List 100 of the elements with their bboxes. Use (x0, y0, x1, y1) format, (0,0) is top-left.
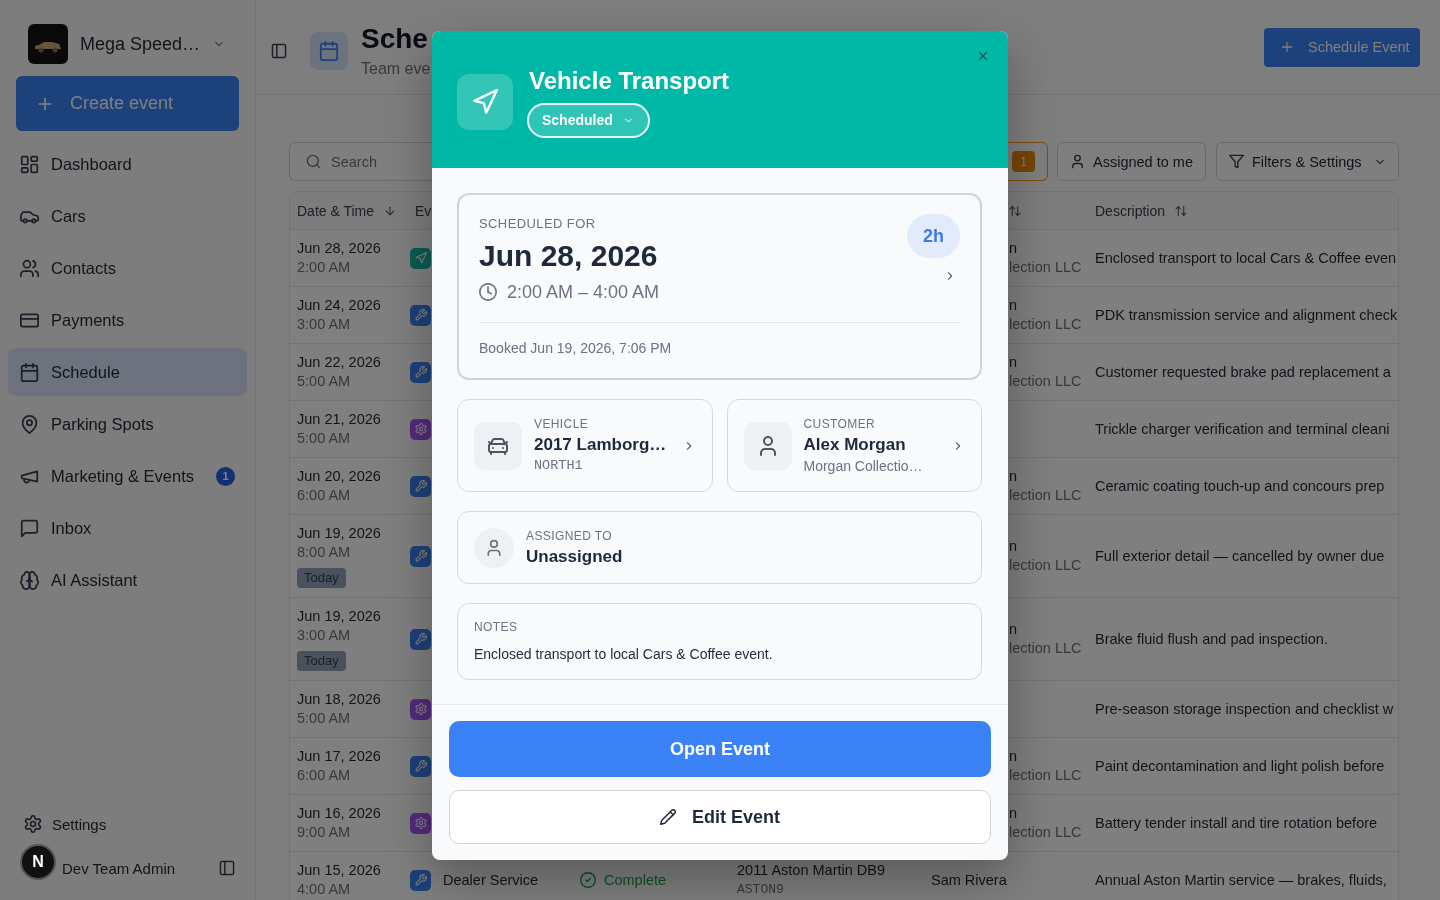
nav-item[interactable]: Marketing & Events 1 (8, 452, 247, 500)
scheduled-date: Jun 28, 2026 (479, 238, 659, 274)
nav-item[interactable]: Dashboard (8, 140, 247, 188)
event-time: 5:00 AM (297, 709, 352, 728)
event-date: Jun 22, 2026 (297, 353, 382, 372)
license-plate: ASTON9 (737, 881, 785, 899)
field-label: SCHEDULED FOR (479, 216, 597, 232)
event-time: 6:00 AM (297, 486, 352, 505)
event-date: Jun 28, 2026 (297, 239, 382, 258)
brain-icon (20, 570, 39, 590)
customer-card[interactable]: CUSTOMER Alex Morgan Morgan Collectio… (726, 399, 982, 492)
people-icon (20, 258, 39, 278)
search-field[interactable]: Search (289, 142, 432, 181)
customer-company: lection LLC (1009, 639, 1083, 658)
sort-descending-icon[interactable] (384, 204, 397, 217)
event-time: 5:00 AM (297, 372, 352, 391)
license-plate: NORTH1 (534, 456, 584, 475)
column-header[interactable]: Date & Time (297, 202, 375, 219)
nav-item[interactable]: Contacts (8, 244, 247, 292)
customer-name: Sam Rivera (931, 870, 1008, 890)
settings-icon (24, 815, 42, 833)
event-time: 2:00 AM (297, 258, 352, 277)
column-header[interactable]: Ev (415, 202, 432, 219)
pencil-icon (660, 809, 676, 825)
event-description: Pre-season storage inspection and checklist w (1095, 699, 1395, 719)
customer-name: Alex Morgan (803, 433, 907, 456)
field-label: NOTES (474, 619, 519, 635)
event-description: Battery tender install and tire rotation before (1095, 813, 1379, 833)
customer-name: n (1009, 747, 1019, 766)
nav-item[interactable]: AI Assistant (8, 556, 247, 604)
event-description: PDK transmission service and alignment check (1095, 305, 1398, 325)
event-date: Jun 24, 2026 (297, 296, 382, 315)
field-label: VEHICLE (534, 415, 590, 432)
event-date: Jun 19, 2026 (297, 524, 382, 543)
event-date: Jun 16, 2026 (297, 804, 382, 823)
customer-name: n (1009, 353, 1019, 372)
customer-company: lection LLC (1009, 556, 1083, 575)
count-badge: 1 (1012, 151, 1035, 172)
open-event-button[interactable]: Open Event (449, 721, 991, 777)
event-description: Enclosed transport to local Cars & Coffee even (1095, 248, 1398, 268)
nav-item[interactable]: Payments (8, 296, 247, 344)
sort-icon[interactable] (1175, 204, 1188, 217)
panel-toggle-icon[interactable] (219, 860, 235, 876)
duration-badge: 2h (907, 214, 960, 258)
field-label: CUSTOMER (803, 415, 877, 432)
event-description: Paint decontamination and light polish before (1095, 756, 1386, 776)
schedule-card[interactable]: SCHEDULED FOR Jun 28, 2026 2:00 AM – 4:00 AM 2h Booked Jun 19, 2026, 7:06 PM (457, 193, 982, 380)
event-type: Dealer Service (443, 870, 539, 890)
assigned-to-me-button[interactable]: Assigned to me (1057, 142, 1206, 181)
workspace-name[interactable]: Mega Speed… (80, 33, 201, 55)
vehicle-name: 2011 Aston Martin DB9 (737, 861, 887, 880)
clock-icon (479, 283, 497, 301)
event-date: Jun 15, 2026 (297, 861, 382, 880)
customer-name: n (1009, 804, 1019, 823)
count-badge: 1 (216, 466, 235, 486)
calendar-icon (20, 362, 39, 382)
event-time: 8:00 AM (297, 543, 352, 562)
customer-name: n (1009, 537, 1019, 556)
customer-name: n (1009, 239, 1019, 258)
event-time: 9:00 AM (297, 823, 352, 842)
plus-icon (1280, 40, 1294, 54)
edit-event-button[interactable]: Edit Event (449, 790, 991, 844)
nav-item[interactable]: Parking Spots (8, 400, 247, 448)
assigned-card[interactable]: ASSIGNED TO Unassigned (457, 511, 982, 584)
dialog-title: Vehicle Transport (529, 65, 730, 96)
customer-name: n (1009, 467, 1019, 486)
nav-item[interactable]: Cars (8, 192, 247, 240)
settings-link[interactable]: Settings (0, 812, 255, 836)
event-time: 6:00 AM (297, 766, 352, 785)
event-date: Jun 17, 2026 (297, 747, 382, 766)
customer-company: lection LLC (1009, 258, 1083, 277)
event-time: 4:00 AM (297, 880, 352, 899)
column-header[interactable]: Description (1095, 202, 1166, 219)
person-icon (474, 527, 514, 568)
filters-settings-button[interactable]: Filters & Settings (1216, 142, 1399, 181)
schedule-event-button[interactable]: Schedule Event (1264, 27, 1420, 67)
user-name[interactable]: Dev Team Admin (62, 859, 176, 877)
vehicle-name: 2017 Lamborg… (534, 433, 668, 456)
car-icon (474, 421, 522, 470)
logo-icon (28, 24, 68, 64)
check-circle-icon (580, 872, 596, 888)
search-icon (306, 154, 321, 169)
chat-bubble-icon (20, 518, 39, 538)
page-subtitle: Team eve (361, 58, 431, 79)
create-event-button[interactable]: Create event (16, 76, 239, 131)
event-time: 3:00 AM (297, 315, 352, 334)
sort-icon[interactable] (1009, 204, 1021, 217)
map-pin-icon (20, 414, 39, 434)
time-range: 2:00 AM – 4:00 AM (507, 281, 660, 303)
event-description: Customer requested brake pad replacement a (1095, 362, 1392, 382)
sidebar-toggle-icon[interactable] (271, 42, 287, 59)
event-date: Jun 21, 2026 (297, 410, 382, 429)
nav-item[interactable]: Inbox (8, 504, 247, 552)
event-date: Jun 20, 2026 (297, 467, 382, 486)
customer-company: lection LLC (1009, 486, 1083, 505)
nav-item[interactable]: Schedule (8, 348, 247, 396)
field-label: ASSIGNED TO (526, 527, 613, 544)
wrench-icon (410, 869, 431, 891)
vehicle-card[interactable]: VEHICLE 2017 Lamborg… NORTH1 (457, 399, 713, 492)
filter-icon (1229, 154, 1244, 169)
